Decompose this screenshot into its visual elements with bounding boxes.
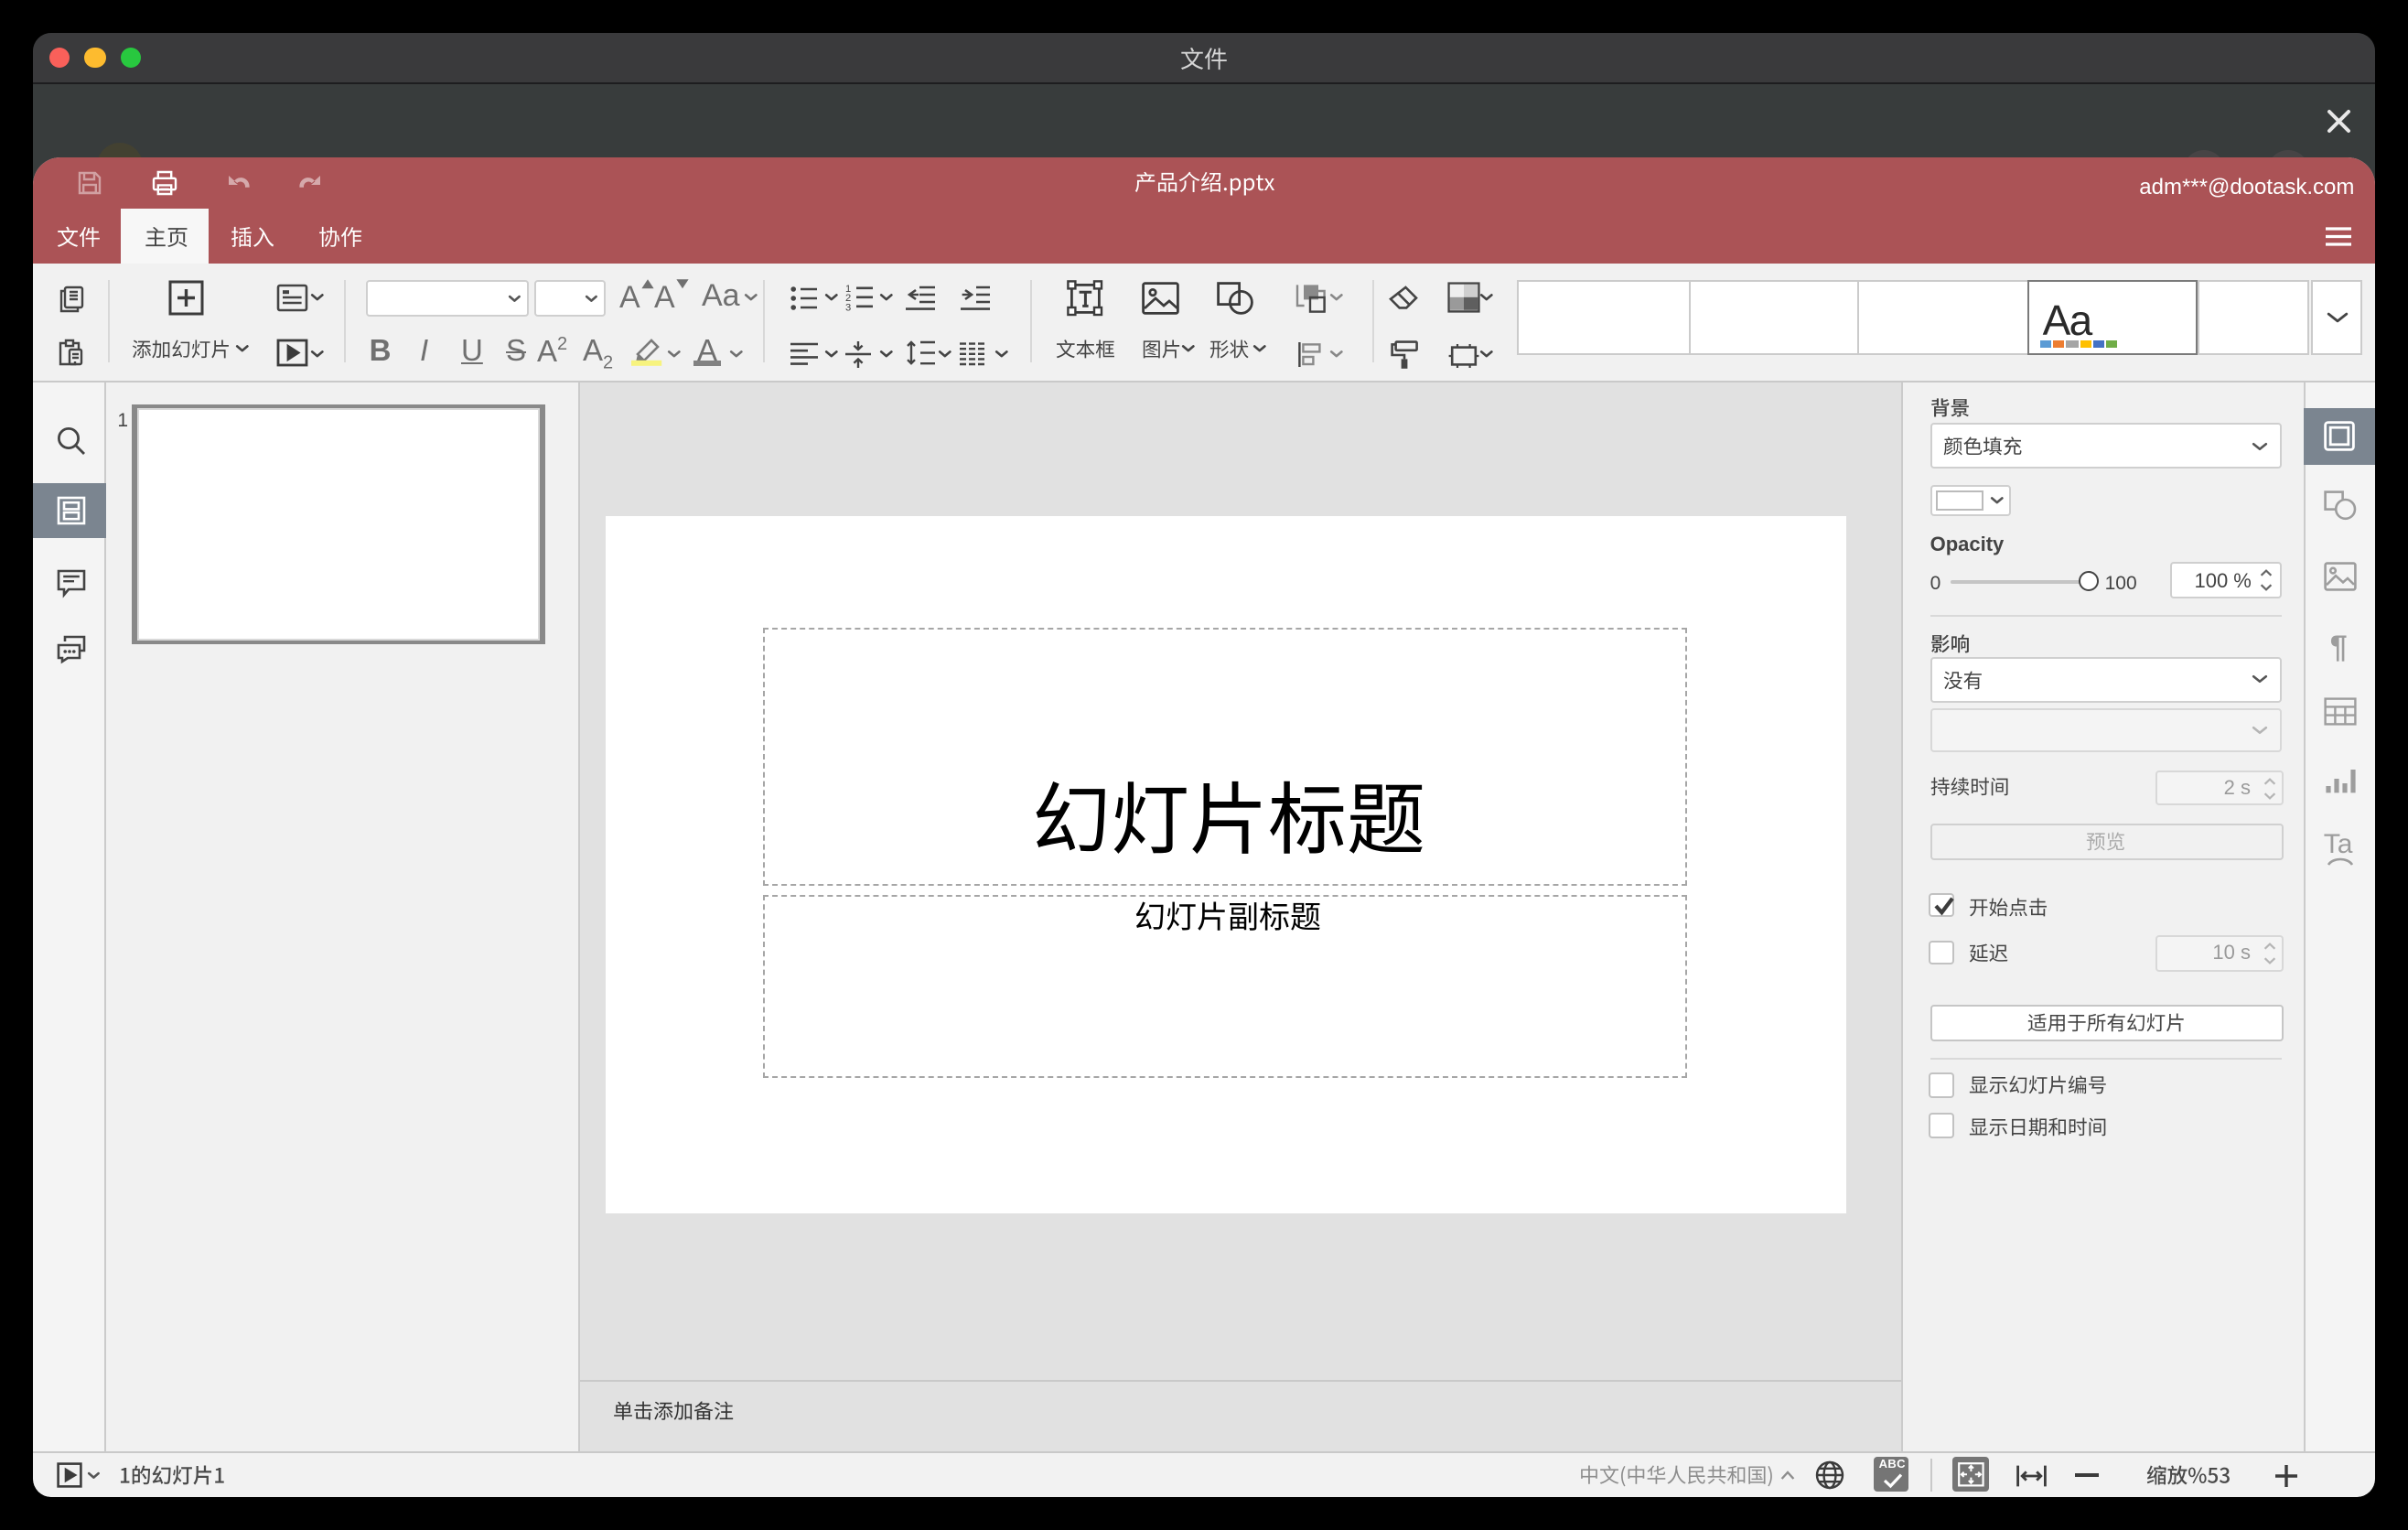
svg-text:3: 3 (846, 303, 852, 314)
